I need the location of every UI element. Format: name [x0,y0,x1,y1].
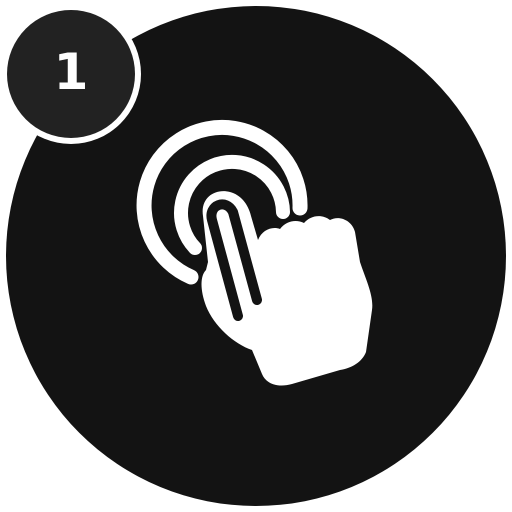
step-badge: 1 [1,4,141,144]
step-badge-inner: 1 [7,10,135,138]
step-number: 1 [53,43,89,101]
step-graphic: 1 [0,0,512,512]
